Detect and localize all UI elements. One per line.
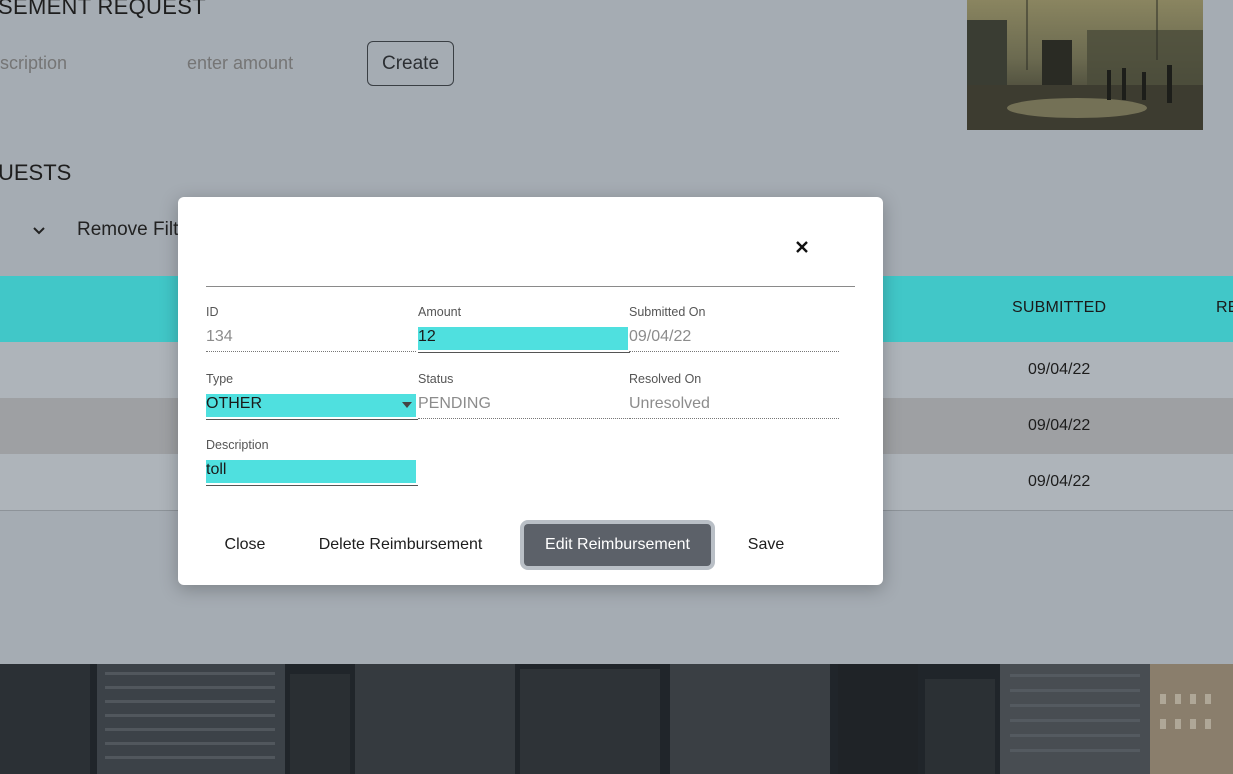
type-field[interactable]: Type OTHER	[206, 372, 418, 420]
id-field: ID 134	[206, 305, 418, 352]
dropdown-arrow-icon[interactable]	[402, 402, 412, 408]
request-form-title: SEMENT REQUEST	[0, 0, 206, 19]
close-icon[interactable]	[792, 237, 812, 257]
save-button[interactable]: Save	[740, 521, 792, 569]
submitted-cell: 09/04/22	[1028, 417, 1091, 434]
amount-input[interactable]	[185, 52, 339, 75]
submitted-on-label: Submitted On	[629, 305, 706, 319]
reimbursement-modal: ID 134 Amount 12 Submitted On 09/04/22 T…	[178, 197, 883, 585]
close-button[interactable]: Close	[214, 521, 276, 569]
description-input[interactable]	[0, 52, 152, 75]
type-underline	[206, 419, 418, 420]
amount-underline	[418, 352, 630, 353]
create-button[interactable]: Create	[367, 41, 454, 86]
status-field: Status PENDING	[418, 372, 630, 419]
description-label: Description	[206, 438, 269, 452]
submitted-cell: 09/04/22	[1028, 361, 1091, 378]
amount-input[interactable]: 12	[418, 327, 628, 350]
description-field[interactable]: Description toll	[206, 438, 418, 486]
amount-field[interactable]: Amount 12	[418, 305, 630, 353]
id-value: 134	[206, 327, 416, 352]
chevron-down-icon[interactable]	[30, 222, 48, 240]
id-label: ID	[206, 305, 219, 319]
description-underline	[206, 485, 418, 486]
submitted-on-field: Submitted On 09/04/22	[629, 305, 841, 352]
painting-image	[967, 0, 1203, 130]
type-select[interactable]: OTHER	[206, 394, 416, 417]
city-skyline-image	[0, 664, 1233, 774]
submitted-on-value: 09/04/22	[629, 327, 839, 352]
edit-reimbursement-button[interactable]: Edit Reimbursement	[524, 524, 711, 566]
resolved-on-value: Unresolved	[629, 394, 839, 419]
amount-label: Amount	[418, 305, 462, 319]
remove-filter-button[interactable]: Remove Filt	[77, 219, 178, 241]
submitted-cell: 09/04/22	[1028, 473, 1091, 490]
status-label: Status	[418, 372, 454, 386]
column-header-resolved[interactable]: RE	[1216, 299, 1233, 317]
type-label: Type	[206, 372, 234, 386]
description-input[interactable]: toll	[206, 460, 416, 483]
resolved-on-field: Resolved On Unresolved	[629, 372, 841, 419]
resolved-on-label: Resolved On	[629, 372, 702, 386]
column-header-submitted[interactable]: SUBMITTED	[1012, 299, 1106, 317]
requests-list-title: UESTS	[0, 160, 72, 185]
delete-reimbursement-button[interactable]: Delete Reimbursement	[312, 521, 489, 569]
status-value: PENDING	[418, 394, 628, 419]
modal-divider	[206, 286, 855, 287]
type-select-value: OTHER	[206, 395, 262, 412]
